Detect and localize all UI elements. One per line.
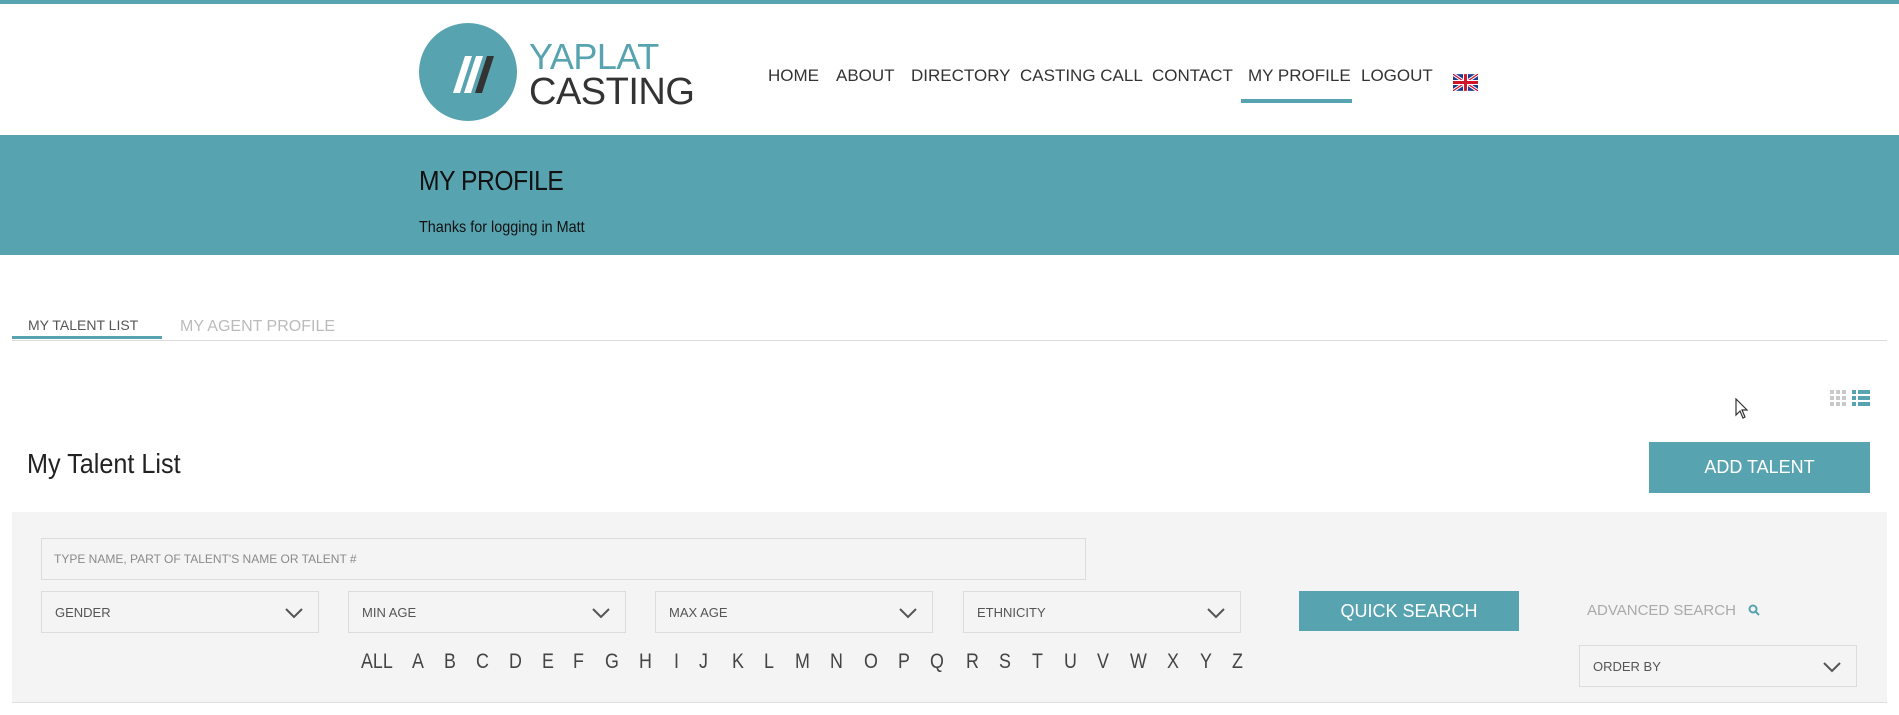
tab-my-agent-profile[interactable]: MY AGENT PROFILE bbox=[180, 318, 335, 336]
alphabet-filter-letter[interactable]: Y bbox=[1200, 650, 1212, 674]
list-view-icon[interactable] bbox=[1852, 390, 1870, 406]
chevron-down-icon bbox=[592, 608, 610, 619]
alphabet-filter-letter[interactable]: V bbox=[1097, 650, 1109, 674]
add-talent-button[interactable]: ADD TALENT bbox=[1649, 442, 1870, 493]
alphabet-filter-letter[interactable]: D bbox=[509, 650, 522, 674]
nav-home[interactable]: HOME bbox=[768, 66, 819, 86]
search-panel: GENDER MIN AGE MAX AGE ETHNICITY QUICK S… bbox=[12, 512, 1887, 703]
alphabet-filter-letter[interactable]: C bbox=[476, 650, 489, 674]
ethnicity-select-label: ETHNICITY bbox=[977, 605, 1046, 620]
talent-search-input[interactable] bbox=[41, 538, 1086, 580]
alphabet-filter-letter[interactable]: B bbox=[444, 650, 456, 674]
page-banner: MY PROFILE Thanks for logging in Matt bbox=[0, 135, 1899, 255]
chevron-down-icon bbox=[285, 608, 303, 619]
advanced-search-link[interactable]: ADVANCED SEARCH bbox=[1587, 602, 1760, 619]
nav-logout[interactable]: LOGOUT bbox=[1361, 66, 1433, 86]
nav-about[interactable]: ABOUT bbox=[836, 66, 895, 86]
alphabet-filter-letter[interactable]: E bbox=[542, 650, 554, 674]
alphabet-filter-letter[interactable]: L bbox=[764, 650, 774, 674]
alphabet-filter-letter[interactable]: S bbox=[999, 650, 1011, 674]
alphabet-filter-letter[interactable]: J bbox=[699, 650, 708, 674]
chevron-down-icon bbox=[899, 608, 917, 619]
grid-view-icon[interactable] bbox=[1830, 390, 1846, 406]
max-age-select-label: MAX AGE bbox=[669, 605, 728, 620]
gender-select-label: GENDER bbox=[55, 605, 111, 620]
max-age-select[interactable]: MAX AGE bbox=[655, 591, 933, 633]
alphabet-filter-letter[interactable]: O bbox=[864, 650, 878, 674]
min-age-select[interactable]: MIN AGE bbox=[348, 591, 626, 633]
nav-directory[interactable]: DIRECTORY bbox=[911, 66, 1011, 86]
tab-my-talent-list[interactable]: MY TALENT LIST bbox=[28, 317, 138, 333]
min-age-select-label: MIN AGE bbox=[362, 605, 417, 620]
nav-my-profile[interactable]: MY PROFILE bbox=[1248, 66, 1351, 86]
alphabet-filter-letter[interactable]: X bbox=[1167, 650, 1179, 674]
nav-contact[interactable]: CONTACT bbox=[1152, 66, 1233, 86]
alphabet-filter-letter[interactable]: M bbox=[795, 650, 810, 674]
uk-flag-icon[interactable] bbox=[1453, 74, 1478, 91]
site-header: YAPLAT CASTING HOME ABOUT DIRECTORY CAST… bbox=[0, 4, 1899, 135]
alphabet-filter-letter[interactable]: U bbox=[1064, 650, 1077, 674]
chevron-down-icon bbox=[1207, 608, 1225, 619]
alphabet-filter-letter[interactable]: H bbox=[639, 650, 652, 674]
alphabet-filter-letter[interactable]: A bbox=[412, 650, 424, 674]
nav-active-indicator bbox=[1241, 99, 1352, 103]
gender-select[interactable]: GENDER bbox=[41, 591, 319, 633]
mouse-cursor-icon bbox=[1735, 398, 1749, 419]
talent-list-heading: My Talent List bbox=[27, 448, 181, 479]
chevron-down-icon bbox=[1823, 662, 1841, 673]
alphabet-filter-letter[interactable]: W bbox=[1130, 650, 1147, 674]
ethnicity-select[interactable]: ETHNICITY bbox=[963, 591, 1241, 633]
alphabet-filter-letter[interactable]: T bbox=[1032, 650, 1043, 674]
logo-text-line2: CASTING bbox=[529, 71, 695, 113]
search-icon bbox=[1748, 604, 1760, 616]
quick-search-button[interactable]: QUICK SEARCH bbox=[1299, 591, 1519, 631]
alphabet-filter-letter[interactable]: K bbox=[732, 650, 744, 674]
alphabet-filter-letter[interactable]: Z bbox=[1232, 650, 1243, 674]
logo-text-line1: YAPLAT bbox=[529, 36, 659, 77]
alphabet-filter-letter[interactable]: G bbox=[605, 650, 619, 674]
alphabet-filter-all[interactable]: ALL bbox=[361, 650, 393, 674]
order-by-select-label: ORDER BY bbox=[1593, 659, 1661, 674]
welcome-message: Thanks for logging in Matt bbox=[419, 219, 585, 236]
alphabet-filter-letter[interactable]: R bbox=[966, 650, 979, 674]
alphabet-filter-letter[interactable]: F bbox=[573, 650, 584, 674]
advanced-search-label: ADVANCED SEARCH bbox=[1587, 602, 1736, 619]
alphabet-filter-letter[interactable]: N bbox=[830, 650, 843, 674]
alphabet-filter-letter[interactable]: P bbox=[898, 650, 910, 674]
site-logo[interactable]: YAPLAT CASTING bbox=[419, 23, 699, 123]
nav-casting-call[interactable]: CASTING CALL bbox=[1020, 66, 1143, 86]
tab-active-indicator bbox=[12, 336, 162, 339]
order-by-select[interactable]: ORDER BY bbox=[1579, 645, 1857, 687]
profile-tabs: MY TALENT LIST MY AGENT PROFILE bbox=[12, 305, 1887, 341]
alphabet-filter-letter[interactable]: Q bbox=[930, 650, 944, 674]
logo-mark-icon bbox=[419, 23, 517, 121]
alphabet-filter-letter[interactable]: I bbox=[674, 650, 679, 674]
page-title: MY PROFILE bbox=[419, 165, 564, 196]
